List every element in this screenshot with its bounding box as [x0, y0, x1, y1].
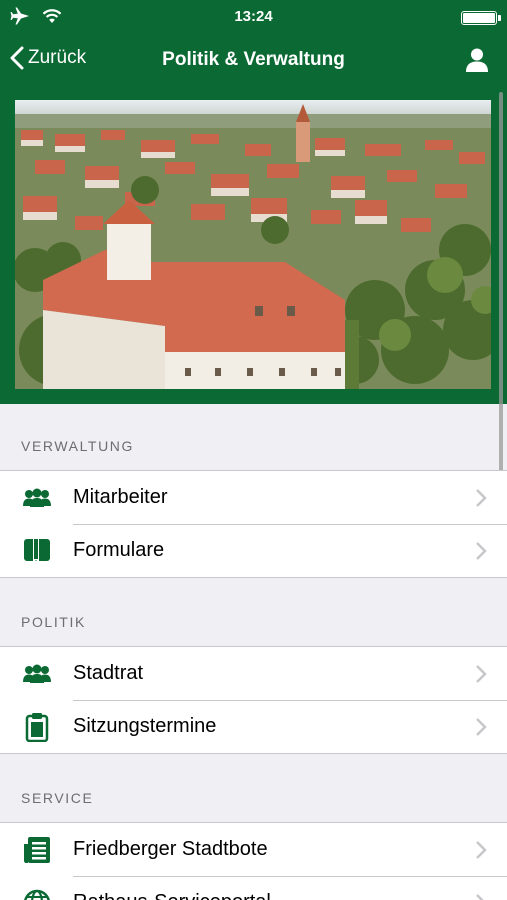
list-item-formulare[interactable]: Formulare — [0, 524, 507, 577]
battery-icon — [461, 11, 501, 25]
section-header-politik: POLITIK — [21, 614, 86, 630]
chevron-right-icon — [476, 840, 487, 859]
chevron-right-icon — [476, 541, 487, 560]
clipboard-icon — [22, 712, 52, 742]
list-item-label: Stadtrat — [73, 662, 144, 684]
list-item-label: Formulare — [73, 539, 165, 561]
section-header-verwaltung: VERWALTUNG — [21, 438, 134, 454]
list-item-mitarbeiter[interactable]: Mitarbeiter — [0, 471, 507, 524]
list-group-verwaltung: Mitarbeiter Formulare — [0, 470, 507, 578]
nav-bar: Zurück Politik & Verwaltung — [0, 36, 507, 86]
list-item-rathaus-serviceportal[interactable]: Rathaus-Serviceportal — [0, 876, 507, 900]
profile-button[interactable] — [465, 47, 489, 78]
list-item-label: Friedberger Stadtbote — [73, 838, 268, 860]
status-bar: 13:24 — [0, 0, 507, 36]
chevron-right-icon — [476, 717, 487, 736]
list-item-label: Rathaus-Serviceportal — [73, 891, 271, 900]
chevron-right-icon — [476, 664, 487, 683]
list-group-politik: Stadtrat Sitzungstermine — [0, 646, 507, 754]
chevron-right-icon — [476, 893, 485, 900]
newspaper-icon — [22, 835, 52, 865]
user-icon — [466, 48, 488, 72]
people-icon — [22, 483, 52, 513]
chevron-right-icon — [476, 488, 487, 507]
list-item-sitzungstermine[interactable]: Sitzungstermine — [0, 700, 507, 753]
list-item-label: Sitzungstermine — [73, 715, 217, 737]
globe-icon — [22, 888, 52, 900]
chevron-left-icon — [10, 46, 24, 70]
section-header-service: SERVICE — [21, 790, 94, 806]
town-photo — [15, 100, 491, 389]
list-group-service: Friedberger Stadtbote Rathaus-Servicepor… — [0, 822, 507, 900]
back-button[interactable]: Zurück — [10, 46, 86, 70]
list-item-label: Mitarbeiter — [73, 486, 168, 508]
list-item-stadtrat[interactable]: Stadtrat — [0, 647, 507, 700]
book-icon — [22, 536, 52, 566]
header-banner: 13:24 Zurück Politik & Verwaltung — [0, 0, 507, 404]
people-icon — [22, 659, 52, 689]
back-button-label: Zurück — [28, 47, 87, 68]
list-item-friedberger-stadtbote[interactable]: Friedberger Stadtbote — [0, 823, 507, 876]
status-time: 13:24 — [234, 8, 273, 25]
